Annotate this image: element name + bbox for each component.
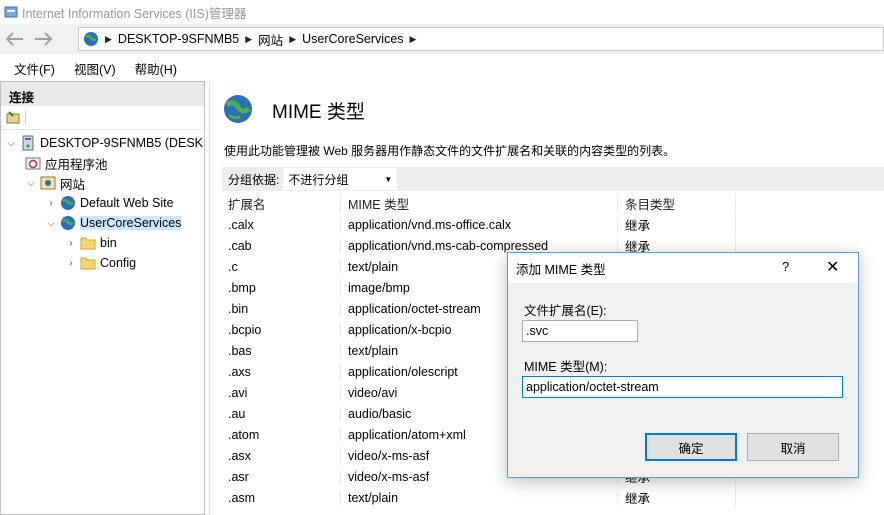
server-icon	[20, 135, 36, 151]
menu-help[interactable]: 帮助(H)	[135, 59, 177, 78]
tree-node-usercoreservices[interactable]: ⌵ UserCoreServices	[45, 213, 182, 233]
extension-cell: .asm	[222, 490, 341, 505]
tree-label: 网站	[60, 177, 86, 192]
chevron-right-icon: ▶	[245, 33, 253, 44]
chevron-right-icon: ▶	[105, 33, 112, 44]
folder-icon	[80, 255, 96, 271]
chevron-right-icon[interactable]: ›	[65, 258, 77, 269]
window-title: Internet Information Services (IIS)管理器	[22, 6, 247, 21]
new-connection-icon[interactable]	[5, 110, 21, 126]
ok-button[interactable]: 确定	[645, 433, 737, 461]
table-row[interactable]: .asm text/plain 继承	[222, 487, 736, 508]
globe-icon	[60, 215, 76, 231]
mime-type-cell: application/vnd.ms-cab-compressed	[341, 238, 618, 253]
column-header-extension[interactable]: 扩展名	[222, 194, 341, 213]
tree-label: Config	[100, 256, 137, 270]
tree-label: Default Web Site	[80, 196, 174, 210]
extension-cell: .asr	[222, 469, 341, 484]
dropdown-arrow-icon: ▼	[384, 174, 393, 184]
chevron-right-icon[interactable]: ▶	[410, 34, 417, 45]
menu-file[interactable]: 文件(F)	[14, 59, 55, 78]
column-header-entry-type[interactable]: 条目类型	[618, 194, 736, 213]
chevron-right-icon: ▶	[289, 33, 297, 44]
globe-icon	[60, 195, 76, 211]
breadcrumb-server[interactable]: DESKTOP-9SFNMB5	[118, 32, 239, 46]
extension-cell: .atom	[222, 427, 341, 442]
extension-cell: .c	[222, 259, 341, 274]
extension-label: 文件扩展名(E):	[524, 304, 607, 318]
group-by-bar: 分组依据: 不进行分组 ▼	[222, 167, 884, 191]
dialog-title-bar: 添加 MIME 类型 ? ✕	[508, 253, 858, 283]
sites-icon	[40, 175, 56, 191]
forward-button[interactable]	[30, 27, 56, 51]
tree-node-bin[interactable]: › bin	[65, 233, 117, 253]
extension-cell: .bcpio	[222, 322, 341, 337]
globe-icon	[83, 31, 99, 47]
chevron-down-icon[interactable]: ⌵	[25, 178, 37, 189]
breadcrumb-site[interactable]: UserCoreServices	[302, 32, 403, 46]
extension-cell: .calx	[222, 217, 341, 232]
group-by-select[interactable]: 不进行分组 ▼	[283, 168, 398, 190]
tree-label: 应用程序池	[45, 157, 108, 172]
tree-node-config[interactable]: › Config	[65, 253, 136, 273]
column-header-mime[interactable]: MIME 类型	[341, 194, 618, 213]
back-button[interactable]	[2, 27, 28, 51]
extension-cell: .bmp	[222, 280, 341, 295]
mime-type-label: MIME 类型(M):	[524, 360, 608, 374]
mime-type-cell: application/vnd.ms-office.calx	[341, 217, 618, 232]
mime-type-cell: text/plain	[341, 490, 618, 505]
navigation-bar: ▶ DESKTOP-9SFNMB5 ▶ 网站 ▶ UserCoreService…	[0, 24, 884, 54]
tree-label: bin	[100, 236, 117, 250]
folder-icon	[80, 235, 96, 251]
extension-cell: .axs	[222, 364, 341, 379]
table-row[interactable]: .calx application/vnd.ms-office.calx 继承	[222, 214, 736, 235]
table-header: 扩展名 MIME 类型 条目类型	[222, 193, 736, 214]
group-by-value: 不进行分组	[288, 172, 349, 187]
cancel-button[interactable]: 取消	[747, 433, 839, 461]
title-bar: Internet Information Services (IIS)管理器	[0, 0, 884, 24]
dialog-title: 添加 MIME 类型	[516, 262, 606, 277]
extension-field[interactable]: .svc	[522, 320, 638, 342]
extension-cell: .bas	[222, 343, 341, 358]
connections-toolbar	[1, 106, 204, 130]
tree-label: DESKTOP-9SFNMB5 (DESK	[40, 136, 204, 150]
tree-node-default-site[interactable]: › Default Web Site	[45, 193, 174, 213]
extension-cell: .asx	[222, 448, 341, 463]
chevron-down-icon[interactable]: ⌵	[5, 138, 17, 149]
extension-cell: .bin	[222, 301, 341, 316]
connections-header: 连接	[1, 82, 204, 106]
chevron-right-icon[interactable]: ›	[45, 198, 57, 209]
tree-node-app-pools[interactable]: 应用程序池	[25, 153, 108, 173]
dialog-body: 文件扩展名(E): .svc MIME 类型(M): application/o…	[508, 283, 858, 477]
feature-description: 使用此功能管理被 Web 服务器用作静态文件的文件扩展名和关联的内容类型的列表。	[224, 144, 676, 158]
add-mime-type-dialog: 添加 MIME 类型 ? ✕ 文件扩展名(E): .svc MIME 类型(M)…	[507, 252, 859, 478]
menu-bar: 文件(F) 视图(V) 帮助(H)	[0, 56, 884, 80]
mime-type-field[interactable]: application/octet-stream	[522, 376, 843, 398]
mime-globe-icon	[222, 93, 254, 128]
menu-view[interactable]: 视图(V)	[74, 59, 116, 78]
extension-cell: .au	[222, 406, 341, 421]
tree-label: UserCoreServices	[80, 216, 182, 230]
feature-title: MIME 类型	[272, 102, 365, 123]
breadcrumb-sites[interactable]: 网站	[258, 30, 283, 49]
connections-pane: 连接 ⌵ DESKTOP-9SFNMB5 (DESK 应用程序池 ⌵ 网站 › …	[0, 81, 205, 515]
entry-type-cell: 继承	[618, 215, 736, 234]
toolbar-divider	[25, 110, 26, 125]
iis-app-icon	[4, 5, 18, 19]
chevron-down-icon[interactable]: ⌵	[45, 218, 57, 229]
extension-cell: .avi	[222, 385, 341, 400]
close-button[interactable]: ✕	[826, 257, 839, 277]
help-button[interactable]: ?	[782, 259, 789, 274]
extension-cell: .cab	[222, 238, 341, 253]
chevron-right-icon[interactable]: ›	[65, 238, 77, 249]
entry-type-cell: 继承	[618, 488, 736, 507]
address-bar[interactable]: ▶ DESKTOP-9SFNMB5 ▶ 网站 ▶ UserCoreService…	[78, 27, 884, 51]
group-by-label: 分组依据:	[228, 172, 280, 187]
tree-node-server[interactable]: ⌵ DESKTOP-9SFNMB5 (DESK	[5, 133, 203, 153]
tree-node-sites[interactable]: ⌵ 网站	[25, 173, 85, 193]
app-pool-icon	[25, 155, 41, 171]
